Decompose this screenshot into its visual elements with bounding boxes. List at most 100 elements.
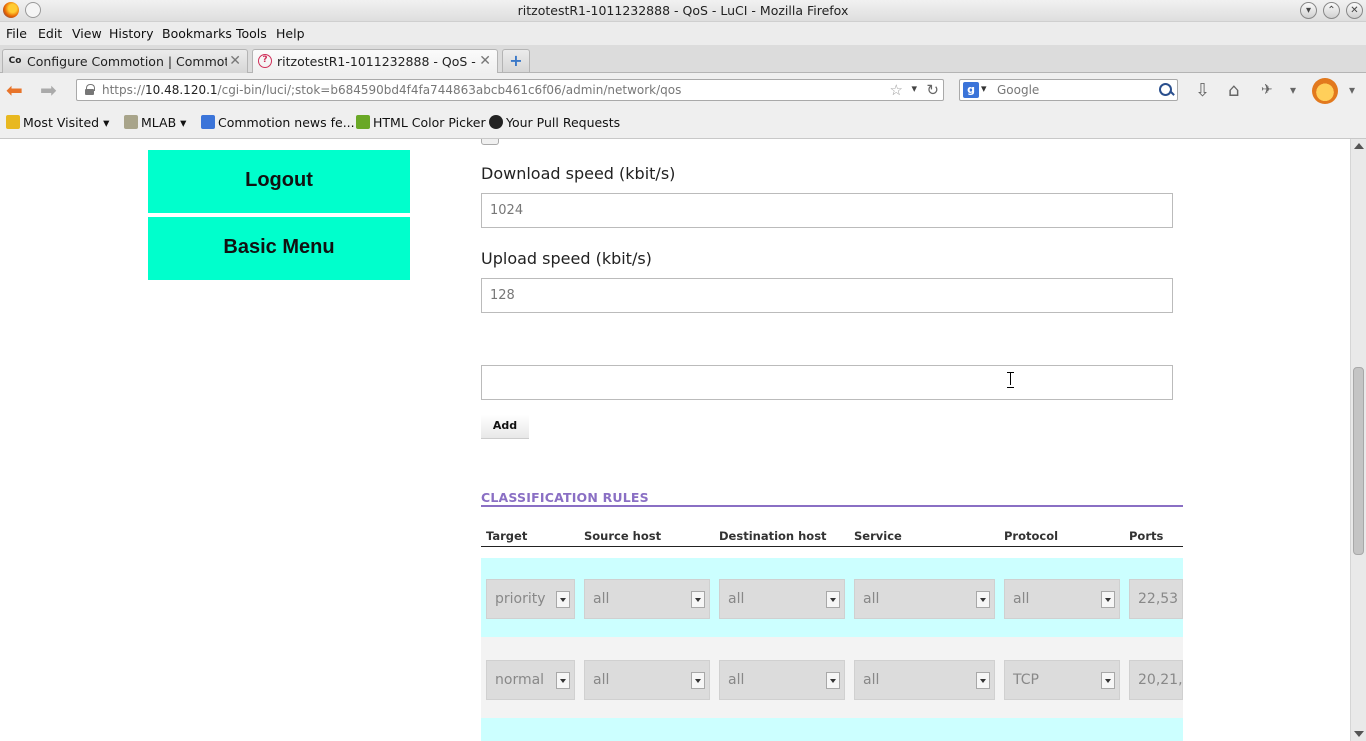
bookmark-pull-requests[interactable]: Your Pull Requests bbox=[489, 115, 620, 130]
menu-help[interactable]: Help bbox=[276, 26, 305, 41]
bookmark-html-color-picker[interactable]: HTML Color Picker bbox=[356, 115, 486, 130]
home-icon[interactable]: ⌂ bbox=[1228, 80, 1239, 101]
target-select[interactable]: priority bbox=[486, 579, 575, 619]
url-text[interactable]: https://10.48.120.1/cgi-bin/luci/;stok=b… bbox=[102, 83, 681, 97]
download-icon[interactable]: ⇩ bbox=[1195, 80, 1210, 101]
google-icon bbox=[201, 115, 215, 129]
close-window-icon[interactable]: ✕ bbox=[1346, 2, 1363, 19]
new-tab-icon[interactable]: + bbox=[502, 49, 530, 72]
search-bar[interactable]: g ▾ Google bbox=[959, 79, 1178, 101]
star-folder-icon bbox=[6, 115, 20, 129]
menu-edit[interactable]: Edit bbox=[38, 26, 62, 41]
url-bar[interactable]: https://10.48.120.1/cgi-bin/luci/;stok=b… bbox=[76, 79, 944, 101]
menu-history[interactable]: History bbox=[109, 26, 153, 41]
navigation-bar: ⬅ ➡ https://10.48.120.1/cgi-bin/luci/;st… bbox=[0, 73, 1366, 107]
column-header-ports: Ports bbox=[1129, 529, 1164, 543]
search-icon[interactable] bbox=[1158, 82, 1174, 98]
commotion-favicon-icon: Co bbox=[8, 56, 22, 66]
target-select[interactable]: normal bbox=[486, 660, 575, 700]
protocol-select[interactable]: all bbox=[1004, 579, 1120, 619]
ports-input[interactable]: 22,53 bbox=[1129, 579, 1183, 619]
scroll-up-icon[interactable] bbox=[1354, 143, 1364, 149]
add-button[interactable]: Add bbox=[481, 415, 529, 439]
section-divider bbox=[481, 505, 1183, 507]
bookmark-most-visited[interactable]: Most Visited ▾ bbox=[6, 115, 109, 130]
service-select[interactable]: all bbox=[854, 579, 995, 619]
enable-checkbox[interactable] bbox=[481, 139, 499, 145]
question-favicon-icon: ? bbox=[258, 54, 272, 68]
new-section-input[interactable] bbox=[481, 365, 1173, 400]
reload-icon[interactable]: ↻ bbox=[926, 81, 939, 99]
chevron-down-icon[interactable]: ▾ bbox=[1290, 83, 1296, 97]
back-arrow-icon[interactable]: ⬅ bbox=[6, 80, 23, 100]
destination-host-select[interactable]: all bbox=[719, 579, 845, 619]
source-host-select[interactable]: all bbox=[584, 579, 710, 619]
tab-configure-commotion[interactable]: Co Configure Commotion | Commoti... ✕ bbox=[2, 49, 248, 73]
download-speed-label: Download speed (kbit/s) bbox=[481, 164, 676, 183]
dropdown-arrow-icon bbox=[691, 591, 705, 608]
github-icon bbox=[489, 115, 503, 129]
column-header-source-host: Source host bbox=[584, 529, 662, 543]
bookmark-star-icon[interactable]: ☆ bbox=[890, 81, 903, 99]
service-select[interactable]: all bbox=[854, 660, 995, 700]
dropdown-arrow-icon bbox=[1101, 672, 1115, 689]
table-header-divider bbox=[481, 546, 1183, 547]
dropdown-arrow-icon bbox=[691, 672, 705, 689]
window-titlebar: ritzotestR1-1011232888 - QoS - LuCI - Mo… bbox=[0, 0, 1366, 22]
maximize-icon[interactable]: ⌃ bbox=[1323, 2, 1340, 19]
menu-file[interactable]: File bbox=[6, 26, 27, 41]
chevron-down-icon[interactable]: ▾ bbox=[981, 82, 987, 95]
column-header-destination-host: Destination host bbox=[719, 529, 827, 543]
addon-avatar-icon[interactable] bbox=[1312, 78, 1338, 104]
folder-icon bbox=[124, 115, 138, 129]
menu-view[interactable]: View bbox=[72, 26, 102, 41]
tab-label: ritzotestR1-1011232888 - QoS - ... bbox=[277, 54, 477, 69]
dropdown-arrow-icon bbox=[826, 672, 840, 689]
close-tab-icon[interactable]: ✕ bbox=[479, 53, 491, 69]
scrollbar-thumb[interactable] bbox=[1353, 367, 1364, 555]
menu-bar: File Edit View History Bookmarks Tools H… bbox=[0, 22, 1366, 45]
tab-qos[interactable]: ? ritzotestR1-1011232888 - QoS - ... ✕ bbox=[252, 49, 498, 74]
dropdown-arrow-icon bbox=[976, 591, 990, 608]
dropdown-arrow-icon bbox=[556, 672, 570, 689]
bookmark-mlab[interactable]: MLAB ▾ bbox=[124, 115, 186, 130]
destination-host-select[interactable]: all bbox=[719, 660, 845, 700]
logout-button[interactable]: Logout bbox=[148, 150, 410, 213]
lock-icon bbox=[85, 84, 95, 95]
w3-icon bbox=[356, 115, 370, 129]
scroll-down-icon[interactable] bbox=[1354, 731, 1364, 737]
close-tab-icon[interactable]: ✕ bbox=[229, 53, 241, 69]
tab-label: Configure Commotion | Commoti... bbox=[27, 54, 227, 69]
page-scrollbar[interactable] bbox=[1350, 139, 1366, 741]
column-header-protocol: Protocol bbox=[1004, 529, 1059, 543]
minimize-icon[interactable]: ▾ bbox=[1300, 2, 1317, 19]
page-content: Logout Basic Menu Download speed (kbit/s… bbox=[0, 139, 1350, 741]
column-header-service: Service bbox=[854, 529, 902, 543]
bookmark-commotion-news[interactable]: Commotion news fe... bbox=[201, 115, 355, 130]
column-header-target: Target bbox=[486, 529, 528, 543]
tab-strip: Co Configure Commotion | Commoti... ✕ ? … bbox=[0, 45, 1366, 74]
window-title: ritzotestR1-1011232888 - QoS - LuCI - Mo… bbox=[517, 3, 849, 18]
classification-rules-title: CLASSIFICATION RULES bbox=[481, 490, 649, 505]
download-speed-input[interactable]: 1024 bbox=[481, 193, 1173, 228]
basic-menu-button[interactable]: Basic Menu bbox=[148, 217, 410, 280]
menu-chevron-icon[interactable]: ▾ bbox=[1349, 83, 1355, 97]
dropdown-arrow-icon bbox=[976, 672, 990, 689]
forward-arrow-icon[interactable]: ➡ bbox=[40, 80, 57, 100]
source-host-select[interactable]: all bbox=[584, 660, 710, 700]
table-row bbox=[481, 718, 1183, 741]
chevron-down-icon[interactable]: ▾ bbox=[911, 82, 917, 95]
menu-bookmarks[interactable]: Bookmarks bbox=[162, 26, 232, 41]
upload-speed-input[interactable]: 128 bbox=[481, 278, 1173, 313]
google-icon[interactable]: g bbox=[963, 82, 979, 98]
dropdown-arrow-icon bbox=[556, 591, 570, 608]
upload-speed-label: Upload speed (kbit/s) bbox=[481, 249, 652, 268]
dropdown-arrow-icon bbox=[1101, 591, 1115, 608]
text-cursor-icon bbox=[1007, 372, 1014, 388]
menu-tools[interactable]: Tools bbox=[236, 26, 267, 41]
ports-input[interactable]: 20,21,25,80,110,443 bbox=[1129, 660, 1183, 700]
dropdown-arrow-icon bbox=[826, 591, 840, 608]
protocol-select[interactable]: TCP bbox=[1004, 660, 1120, 700]
addon-icon[interactable]: ✈ bbox=[1261, 82, 1273, 98]
search-input[interactable]: Google bbox=[997, 83, 1039, 97]
